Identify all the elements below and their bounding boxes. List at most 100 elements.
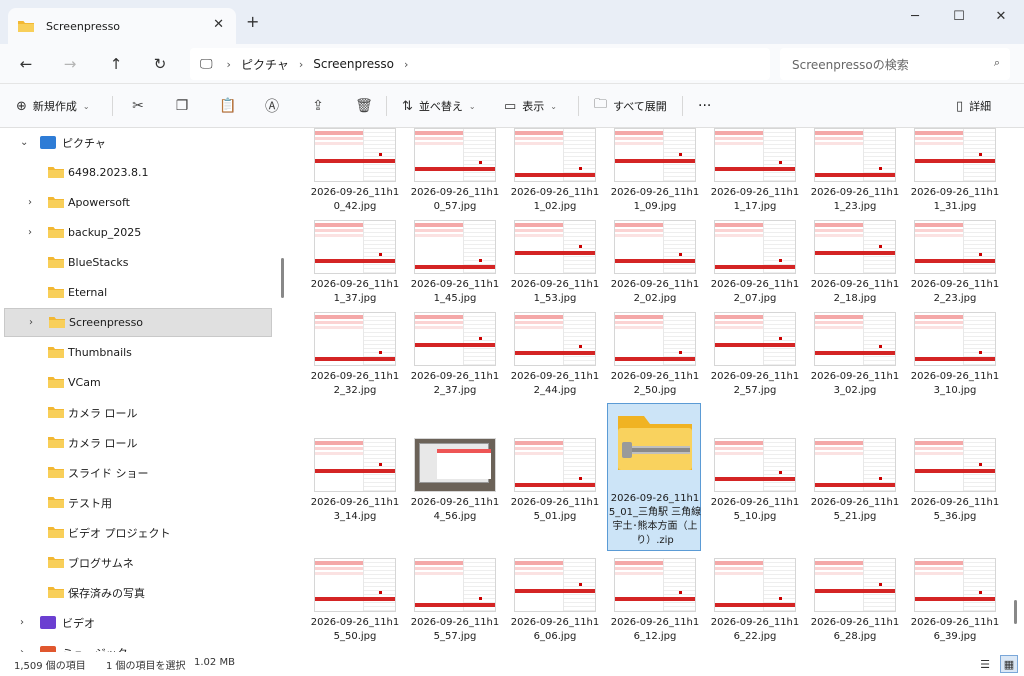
new-button[interactable]: ⊕ 新規作成 ⌄ (16, 94, 90, 118)
refresh-icon[interactable]: ↻ (148, 52, 172, 76)
paste-icon[interactable]: 📋 (216, 94, 240, 118)
nav-item-folder[interactable]: VCam (4, 368, 272, 397)
nav-item-folder[interactable]: › backup_2025 (4, 218, 272, 247)
sort-label: 並べ替え (418, 100, 463, 113)
nav-label: 6498.2023.8.1 (68, 166, 149, 179)
image-file-tile[interactable]: 2026-09-26_11h15_50.jpg (308, 558, 402, 652)
chevron-right-icon[interactable]: › (20, 617, 24, 628)
nav-label: BlueStacks (68, 256, 129, 269)
nav-item-folder[interactable]: ビデオ プロジェクト (4, 518, 272, 547)
plus-icon[interactable]: + (246, 12, 259, 31)
folder-icon (48, 586, 64, 599)
folder-icon (48, 376, 64, 389)
image-file-tile[interactable]: 2026-09-26_11h12_37.jpg (408, 312, 502, 422)
nav-item-folder[interactable]: › Screenpresso (4, 308, 272, 337)
chevron-right-icon[interactable]: › (28, 197, 32, 208)
sidebar-scrollbar[interactable] (281, 258, 284, 298)
breadcrumb-item[interactable]: ピクチャ (241, 56, 289, 73)
close-icon[interactable]: ✕ (986, 6, 1016, 26)
file-name: 2026-09-26_11h12_50.jpg (610, 371, 700, 396)
copy-icon[interactable]: ❐ (170, 94, 194, 118)
back-arrow-icon[interactable]: ← (14, 52, 38, 76)
nav-item-folder[interactable]: スライド ショー (4, 458, 272, 487)
image-thumbnail (714, 312, 796, 366)
share-icon[interactable]: ⇪ (306, 94, 330, 118)
nav-label: 保存済みの写真 (68, 586, 145, 600)
image-file-tile[interactable]: 2026-09-26_11h15_36.jpg (908, 438, 1002, 548)
nav-item-music[interactable]: ›ミュージック (4, 638, 272, 652)
search-icon: ⌕ (993, 56, 1000, 69)
image-thumbnail (914, 438, 996, 492)
nav-item-folder[interactable]: 6498.2023.8.1 (4, 158, 272, 187)
image-file-tile[interactable]: 2026-09-26_11h14_56.jpg (408, 438, 502, 548)
file-name: 2026-09-26_11h16_22.jpg (710, 617, 800, 642)
search-input[interactable]: Screenpressoの検索 ⌕ (780, 48, 1010, 80)
more-options-button[interactable]: ··· (698, 94, 711, 118)
image-file-tile[interactable]: 2026-09-26_11h16_22.jpg (708, 558, 802, 652)
image-thumbnail (914, 128, 996, 182)
file-name: 2026-09-26_11h12_32.jpg (310, 371, 400, 396)
nav-item-folder[interactable]: テスト用 (4, 488, 272, 517)
nav-item-pictures[interactable]: ⌄ ピクチャ (4, 128, 272, 157)
nav-item-folder[interactable]: ブログサムネ (4, 548, 272, 577)
details-button[interactable]: ▯ 詳細 (956, 94, 991, 118)
nav-item-folder[interactable]: › Apowersoft (4, 188, 272, 217)
details-view-icon[interactable]: ☰ (976, 655, 994, 673)
sort-button[interactable]: ⇅ 並べ替え ⌄ (402, 94, 476, 118)
minimize-icon[interactable]: ─ (900, 6, 930, 26)
folder-icon (48, 436, 64, 449)
forward-arrow-icon[interactable]: → (58, 52, 82, 76)
up-arrow-icon[interactable]: ↑ (104, 52, 128, 76)
tiles-view-icon[interactable]: ▦ (1000, 655, 1018, 673)
image-thumbnail (514, 220, 596, 274)
search-placeholder: Screenpressoの検索 (792, 57, 909, 72)
nav-item-folder[interactable]: BlueStacks (4, 248, 272, 277)
file-name: 2026-09-26_11h15_50.jpg (310, 617, 400, 642)
nav-item-folder[interactable]: カメラ ロール (4, 428, 272, 457)
image-file-tile[interactable]: 2026-09-26_11h13_14.jpg (308, 438, 402, 548)
view-button[interactable]: ▭ 表示 ⌄ (504, 94, 557, 118)
image-file-tile[interactable]: 2026-09-26_11h15_10.jpg (708, 438, 802, 548)
delete-icon[interactable]: 🗑 (352, 94, 376, 118)
file-name: 2026-09-26_11h16_28.jpg (810, 617, 900, 642)
pc-icon: 🖵 (200, 56, 213, 72)
image-file-tile[interactable]: 2026-09-26_11h13_02.jpg (808, 312, 902, 422)
nav-item-folder[interactable]: Thumbnails (4, 338, 272, 367)
nav-label: Screenpresso (69, 316, 144, 329)
image-file-tile[interactable]: 2026-09-26_11h16_28.jpg (808, 558, 902, 652)
extract-all-button[interactable]: 🗀 すべて展開 (594, 94, 667, 118)
chevron-right-icon[interactable]: › (28, 227, 32, 238)
image-file-tile[interactable]: 2026-09-26_11h12_32.jpg (308, 312, 402, 422)
chevron-right-icon[interactable]: › (29, 317, 33, 328)
breadcrumb-item[interactable]: Screenpresso (313, 57, 394, 71)
image-file-tile[interactable]: 2026-09-26_11h15_21.jpg (808, 438, 902, 548)
image-file-tile[interactable]: 2026-09-26_11h15_57.jpg (408, 558, 502, 652)
nav-item-folder[interactable]: 保存済みの写真 (4, 578, 272, 607)
nav-item-video[interactable]: › ビデオ (4, 608, 272, 637)
zip-file-tile[interactable]: 2026-09-26_11h15_01_三角駅 三角線 宇土･熊本方面（上り）.… (607, 403, 701, 551)
maximize-icon[interactable]: ☐ (944, 6, 974, 26)
chevron-down-icon[interactable]: ⌄ (20, 137, 28, 148)
image-file-tile[interactable]: 2026-09-26_11h16_12.jpg (608, 558, 702, 652)
title-bar: Screenpresso ✕ + ─ ☐ ✕ (0, 0, 1024, 44)
image-thumbnail (814, 220, 896, 274)
image-file-tile[interactable]: 2026-09-26_11h16_39.jpg (908, 558, 1002, 652)
image-file-tile[interactable]: 2026-09-26_11h13_10.jpg (908, 312, 1002, 422)
image-file-tile[interactable]: 2026-09-26_11h12_57.jpg (708, 312, 802, 422)
image-file-tile[interactable]: 2026-09-26_11h16_06.jpg (508, 558, 602, 652)
cut-icon[interactable]: ✂ (126, 94, 150, 118)
breadcrumb[interactable]: 🖵 › ピクチャ › Screenpresso › (190, 48, 770, 80)
nav-item-folder[interactable]: Eternal (4, 278, 272, 307)
rename-icon[interactable]: Ⓐ (260, 94, 284, 118)
file-name: 2026-09-26_11h15_01.jpg (510, 497, 600, 522)
close-icon[interactable]: ✕ (213, 17, 224, 32)
folder-icon (18, 20, 34, 32)
file-name: 2026-09-26_11h11_02.jpg (510, 187, 600, 212)
nav-item-folder[interactable]: カメラ ロール (4, 398, 272, 427)
image-file-tile[interactable]: 2026-09-26_11h15_01.jpg (508, 438, 602, 548)
tab-screenpresso[interactable]: Screenpresso ✕ (8, 8, 236, 44)
image-file-tile[interactable]: 2026-09-26_11h12_44.jpg (508, 312, 602, 422)
nav-label: スライド ショー (68, 466, 149, 480)
image-thumbnail (314, 558, 396, 612)
content-scrollbar[interactable] (1014, 600, 1017, 624)
